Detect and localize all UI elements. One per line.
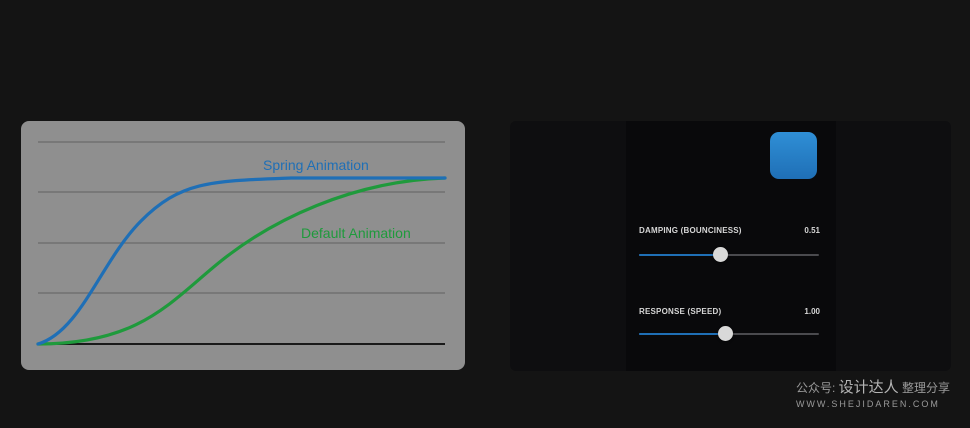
slider-fill: [639, 333, 726, 335]
damping-value: 0.51: [804, 226, 820, 235]
watermark-brand: 设计达人: [838, 379, 899, 396]
watermark-title: 公众号: 设计达人 整理分享: [796, 376, 950, 397]
spring-animation-label: Spring Animation: [263, 157, 369, 173]
response-slider[interactable]: [639, 326, 819, 342]
damping-label: DAMPING (BOUNCINESS): [639, 226, 742, 235]
spring-animation-curve: [36, 176, 447, 346]
default-animation-label: Default Animation: [301, 225, 411, 241]
slider-thumb[interactable]: [717, 326, 733, 341]
watermark-prefix: 公众号:: [795, 381, 836, 395]
slider-thumb[interactable]: [712, 247, 728, 262]
curve-plot: [36, 141, 447, 346]
watermark-url: WWW.SHEJIDAREN.COM: [795, 399, 940, 409]
watermark-suffix: 整理分享: [901, 381, 950, 395]
slider-fill: [639, 254, 720, 256]
watermark: 公众号: 设计达人 整理分享 WWW.SHEJIDAREN.COM: [796, 376, 950, 409]
animation-controls-panel: DAMPING (BOUNCINESS) 0.51 RESPONSE (SPEE…: [510, 121, 951, 371]
response-value: 1.00: [804, 307, 820, 316]
animated-preview-square: [770, 132, 817, 179]
controls-inner: DAMPING (BOUNCINESS) 0.51 RESPONSE (SPEE…: [626, 121, 836, 371]
damping-slider[interactable]: [639, 247, 819, 263]
animation-curve-graph: Spring Animation Default Animation: [21, 121, 465, 370]
response-label: RESPONSE (SPEED): [639, 307, 722, 316]
default-animation-curve: [36, 176, 447, 346]
